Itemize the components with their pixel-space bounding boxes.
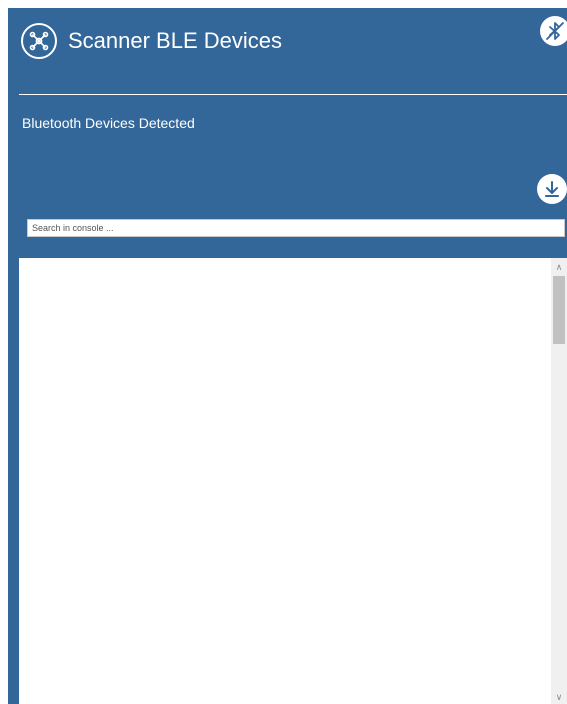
bluetooth-off-icon bbox=[546, 22, 564, 40]
app-container: Scanner BLE Devices Bluetooth Devices De… bbox=[8, 8, 567, 704]
console-scrollbar[interactable]: ∧ ∨ bbox=[551, 258, 567, 704]
app-title: Scanner BLE Devices bbox=[68, 28, 282, 53]
console-search-input[interactable] bbox=[27, 219, 565, 237]
download-icon bbox=[545, 181, 559, 197]
download-button[interactable] bbox=[537, 174, 567, 204]
bluetooth-off-button[interactable] bbox=[540, 16, 567, 46]
console-output[interactable]: ∧ ∨ bbox=[19, 258, 567, 704]
section-title: Bluetooth Devices Detected bbox=[22, 115, 195, 131]
header-divider bbox=[19, 94, 567, 95]
scroll-down-icon[interactable]: ∨ bbox=[551, 690, 567, 704]
network-hub-icon bbox=[21, 23, 57, 59]
scroll-thumb[interactable] bbox=[553, 276, 565, 344]
header: Scanner BLE Devices bbox=[8, 8, 567, 88]
scroll-up-icon[interactable]: ∧ bbox=[551, 260, 567, 274]
